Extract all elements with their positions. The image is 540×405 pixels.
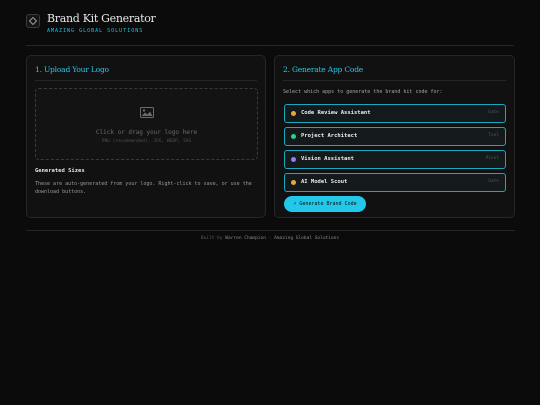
app-option-project-architect[interactable]: Project Architect Tool <box>284 127 506 146</box>
select-apps-prompt: Select which apps to generate the brand … <box>283 89 443 95</box>
upload-panel: 1. Upload Your Logo Click or drag your l… <box>26 55 266 218</box>
status-dot <box>291 157 296 162</box>
dropzone-formats: PNG (recommended), JPG, WEBP, SVG <box>101 139 192 144</box>
dropzone-text: Click or drag your logo here <box>95 129 198 136</box>
upload-panel-title: 1. Upload Your Logo <box>35 65 109 74</box>
app-option-vision-assistant[interactable]: Vision Assistant Pivot <box>284 150 506 169</box>
code-panel: 2. Generate App Code Select which apps t… <box>274 55 515 218</box>
generated-sizes-description: These are auto-generated from your logo.… <box>35 181 252 195</box>
app-name: Project Architect <box>301 133 358 139</box>
divider <box>283 80 506 81</box>
footer-prefix: Built by <box>200 236 223 241</box>
app-option-ai-model-scout[interactable]: AI Model Scout Gate <box>284 173 506 192</box>
app-title: Brand Kit Generator <box>47 12 156 25</box>
generate-brand-code-button[interactable]: ⚡ Generate Brand Code <box>284 196 366 212</box>
app-name: AI Model Scout <box>301 179 348 185</box>
app-header: Brand Kit Generator AMAZING GLOBAL SOLUT… <box>26 12 514 46</box>
app-subtitle: AMAZING GLOBAL SOLUTIONS <box>47 28 144 34</box>
status-dot <box>291 134 296 139</box>
status-dot <box>291 180 296 185</box>
diamond-icon <box>26 14 40 28</box>
status-dot <box>291 111 296 116</box>
footer-author: Warren Champion <box>225 236 266 241</box>
app-name: Vision Assistant <box>301 156 354 162</box>
app-name: Code Review Assistant <box>301 110 371 116</box>
image-icon <box>140 107 154 118</box>
app-tag: Pivot <box>485 156 499 161</box>
app-option-code-review-assistant[interactable]: Code Review Assistant Gate <box>284 104 506 123</box>
app-tag: Gate <box>488 179 499 184</box>
footer: Built by Warren Champion · Amazing Globa… <box>0 236 540 241</box>
logo-dropzone[interactable]: Click or drag your logo here PNG (recomm… <box>35 88 258 160</box>
app-tag: Tool <box>488 133 499 138</box>
footer-divider <box>26 230 515 231</box>
footer-separator: · <box>265 236 275 241</box>
footer-company: Amazing Global Solutions <box>274 236 340 241</box>
code-panel-title: 2. Generate App Code <box>283 65 364 74</box>
divider <box>35 80 257 81</box>
app-tag: Gate <box>488 110 499 115</box>
generated-sizes-title: Generated Sizes <box>35 168 85 174</box>
